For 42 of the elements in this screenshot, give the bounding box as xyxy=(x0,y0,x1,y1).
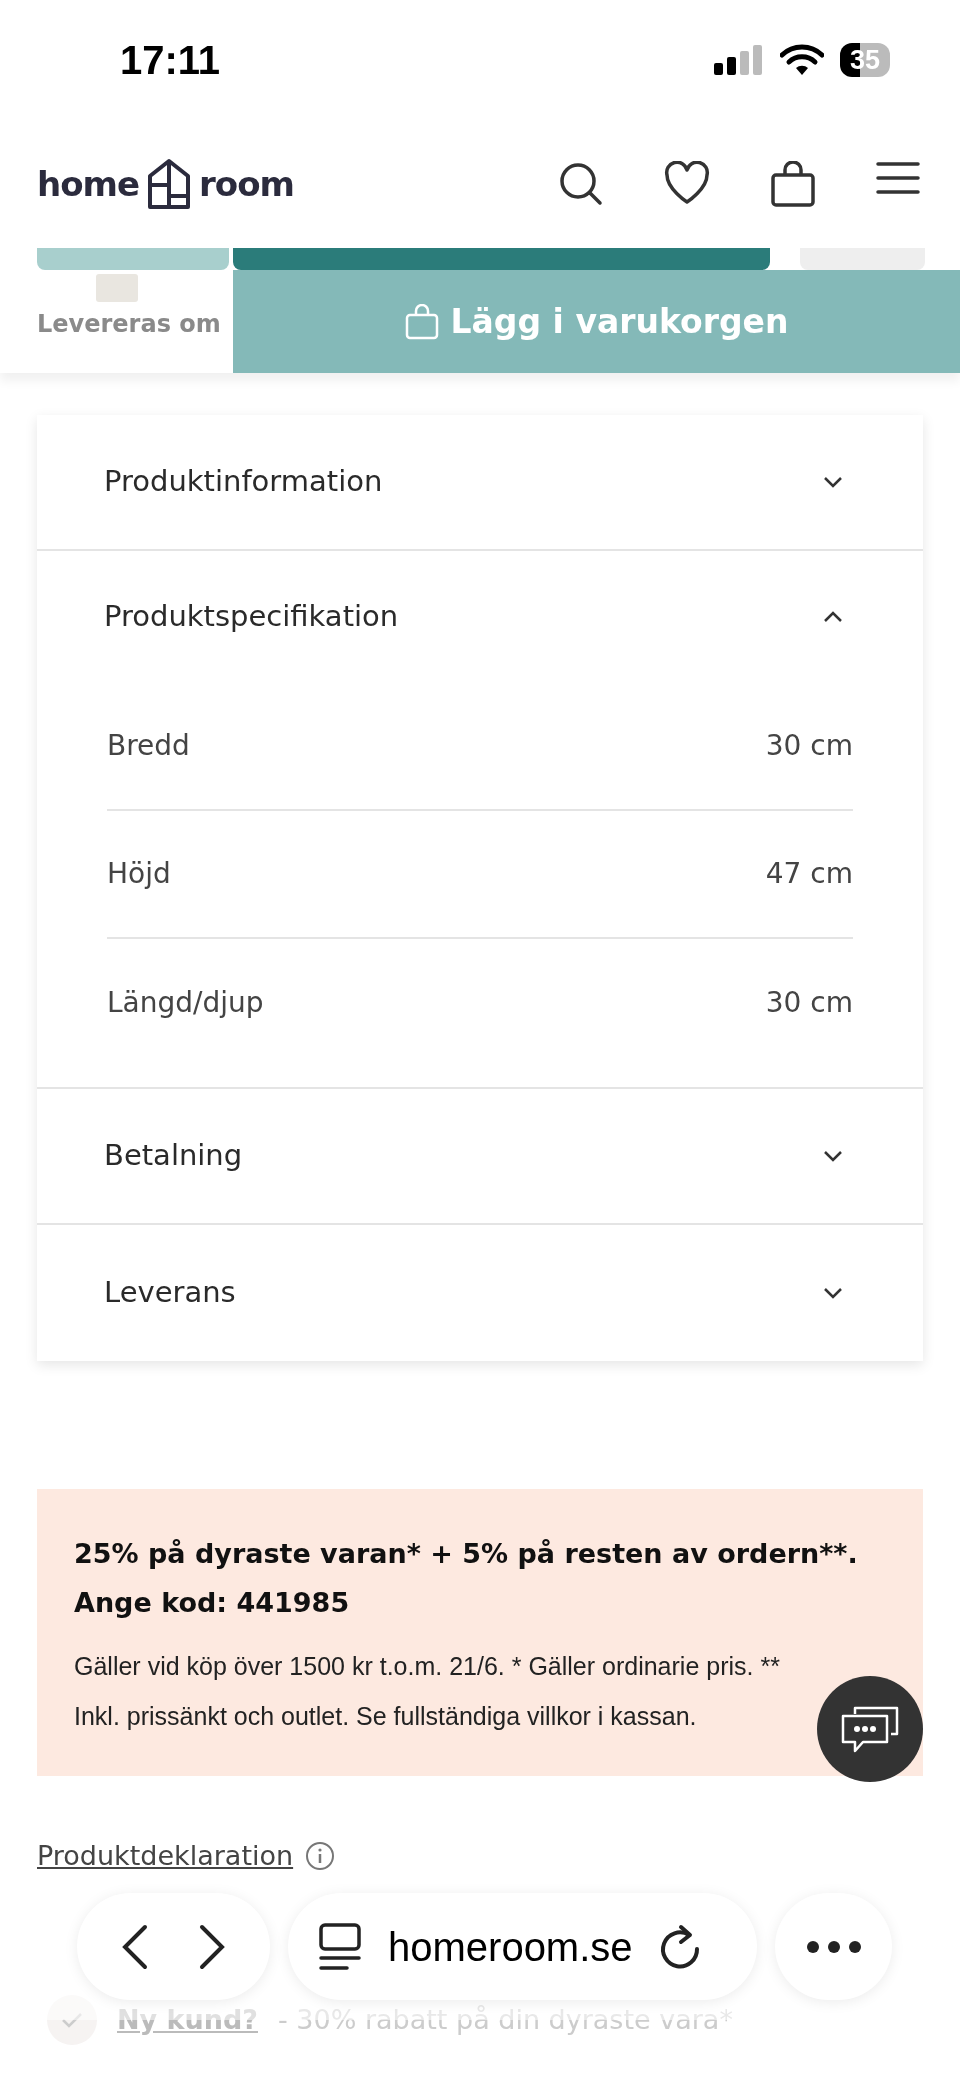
forward-icon[interactable] xyxy=(197,1922,226,1971)
reader-icon[interactable] xyxy=(318,1921,362,1972)
menu-icon[interactable] xyxy=(876,161,920,195)
more-icon xyxy=(805,1939,862,1954)
spec-value: 30 cm xyxy=(765,985,853,1021)
url-text: homeroom.se xyxy=(388,1923,633,1971)
accordion-title: Betalning xyxy=(104,1137,243,1175)
back-icon[interactable] xyxy=(121,1922,150,1971)
accordion-header[interactable]: Produktspecifikation xyxy=(37,551,923,683)
accordion-header[interactable]: Betalning xyxy=(37,1089,923,1225)
logo-text[interactable]: room xyxy=(199,158,294,210)
chevron-up-icon xyxy=(823,611,843,623)
promo-headline: 25% på dyraste varan* + 5% på resten av ordern**. Ange kod: 441985 xyxy=(74,1537,859,1620)
spec-value: 47 cm xyxy=(765,856,853,892)
status-time: 17:11 xyxy=(120,37,221,84)
declaration-link[interactable]: Produktdeklaration xyxy=(37,1836,294,1877)
chevron-down-icon xyxy=(823,1287,843,1299)
wifi-icon xyxy=(779,44,824,76)
accordion-title: Produktspecifikation xyxy=(104,598,399,636)
delivery-info: Levereras om xyxy=(37,309,221,340)
accordion-title: Leverans xyxy=(104,1274,236,1312)
signal-icon xyxy=(713,45,764,75)
address-bar[interactable]: homeroom.se xyxy=(288,1893,757,2000)
spec-label: Höjd xyxy=(107,856,171,892)
chat-icon xyxy=(841,1704,899,1754)
heart-icon[interactable] xyxy=(664,161,710,205)
check-icon xyxy=(47,1995,97,2045)
house-logo-icon xyxy=(147,158,192,210)
spec-label: Längd/djup xyxy=(107,985,264,1021)
accordion-title: Produktinformation xyxy=(104,463,383,501)
spec-value: 30 cm xyxy=(765,728,853,764)
spec-label: Bredd xyxy=(107,728,190,764)
accordion-header[interactable]: Produktinformation xyxy=(37,415,923,551)
shopping-bag-icon[interactable] xyxy=(770,161,816,207)
chevron-down-icon xyxy=(823,1150,843,1162)
logo-text[interactable]: home xyxy=(37,158,140,210)
chevron-down-icon xyxy=(823,476,843,488)
info-icon[interactable] xyxy=(305,1841,336,1872)
shopping-bag-icon xyxy=(404,303,439,340)
accordion-header[interactable]: Leverans xyxy=(37,1225,923,1361)
promo-terms: Gäller vid köp över 1500 kr t.o.m. 21/6. * Gäller ordinarie pris. ** Inkl. prissänkt och outlet. Se fullständiga villkor i kassan. xyxy=(74,1651,781,1732)
search-icon[interactable] xyxy=(558,161,604,207)
